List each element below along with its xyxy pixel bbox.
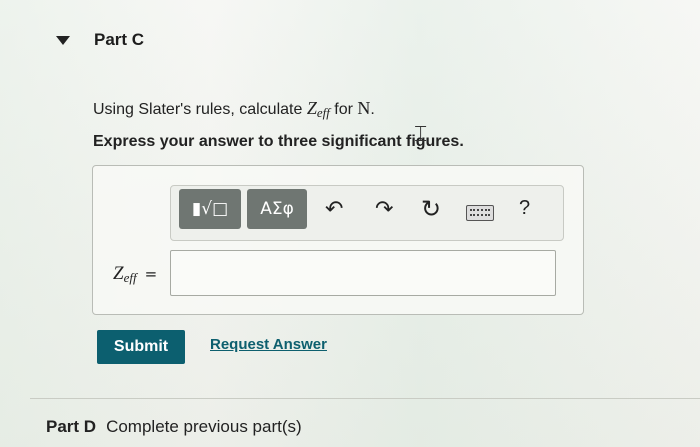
instruction-text: Express your answer to three significant… (93, 133, 464, 150)
answer-input[interactable] (170, 250, 556, 296)
request-answer-link[interactable]: Request Answer (210, 336, 327, 353)
collapse-caret-icon[interactable] (56, 35, 70, 45)
templates-button[interactable]: ▮√□ (179, 189, 241, 229)
z-symbol: Z (306, 98, 317, 118)
question-end: . (370, 101, 375, 118)
question-text: Using Slater's rules, calculate Zeff for… (93, 98, 375, 121)
part-d-header[interactable]: Part D Complete previous part(s) (46, 417, 302, 437)
part-c-title: Part C (94, 30, 145, 49)
keyboard-icon[interactable] (466, 205, 494, 221)
equals-sign: = (144, 265, 158, 283)
answer-label: Zeff = (113, 263, 157, 286)
undo-icon[interactable]: ↶ (325, 197, 343, 222)
redo-icon[interactable]: ↷ (375, 197, 393, 222)
answer-z-subscript: eff (123, 270, 137, 285)
part-d-status: Complete previous part(s) (106, 417, 302, 436)
question-prefix: Using Slater's rules, calculate (93, 101, 307, 118)
z-subscript: eff (316, 105, 330, 120)
question-mid: for (329, 101, 358, 118)
submit-button[interactable]: Submit (97, 330, 185, 364)
answer-z-symbol: Z (113, 263, 124, 284)
reset-icon[interactable]: ↻ (421, 195, 441, 223)
section-divider (30, 398, 700, 399)
symbols-button[interactable]: ΑΣφ (247, 189, 307, 229)
help-icon[interactable]: ? (519, 197, 530, 220)
part-c-header[interactable]: Part C (56, 30, 144, 50)
part-d-label: Part D (46, 417, 97, 436)
element-symbol: N (357, 98, 371, 118)
text-cursor-icon: ⌶ (414, 122, 428, 147)
